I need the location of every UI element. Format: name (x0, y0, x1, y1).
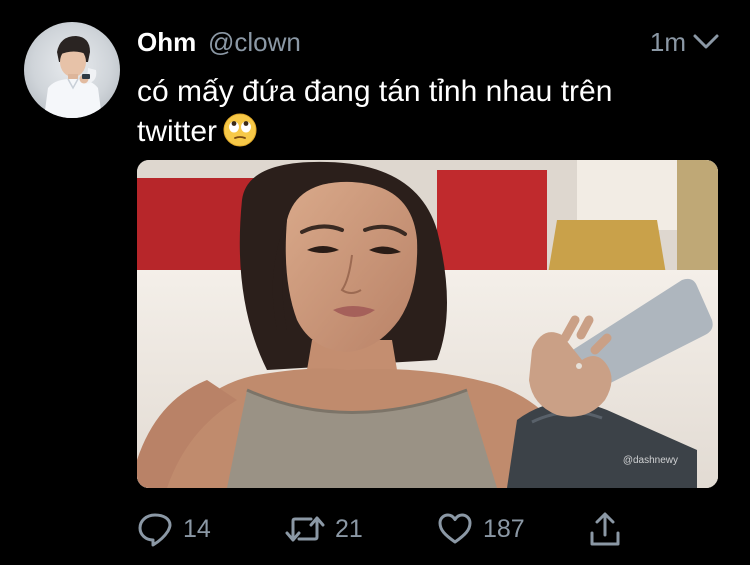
retweet-arrows-icon (285, 516, 325, 542)
media-watermark: @dashnewy (622, 455, 678, 466)
retweet-count: 21 (335, 514, 363, 543)
tweet-body: có mấy đứa đang tán tỉnh nhau trên twitt… (137, 72, 697, 152)
tweet: Ohm @clown 1m có mấy đứa đang tán tỉnh n… (0, 0, 750, 565)
like-count: 187 (483, 514, 525, 543)
tweet-text: có mấy đứa đang tán tỉnh nhau trên twitt… (137, 75, 613, 148)
retweet-button[interactable]: 21 (285, 508, 363, 550)
tweet-actions: 14 21 187 (137, 508, 627, 550)
avatar-image (44, 36, 102, 118)
like-button[interactable]: 187 (437, 508, 525, 550)
author-handle[interactable]: @clown (208, 27, 301, 58)
chevron-down-icon[interactable] (692, 33, 720, 51)
face-with-rolling-eyes-icon (223, 113, 257, 147)
share-button[interactable] (589, 508, 621, 550)
reply-count: 14 (183, 514, 211, 543)
speech-bubble-icon (138, 513, 172, 547)
media-photo (137, 160, 718, 488)
avatar[interactable] (24, 22, 120, 118)
author-display-name[interactable]: Ohm (137, 27, 196, 58)
tweet-media-image[interactable]: @dashnewy (137, 160, 718, 488)
tweet-timestamp[interactable]: 1m (650, 27, 686, 58)
tweet-header: Ohm @clown 1m (137, 24, 720, 60)
share-upload-icon (590, 512, 620, 546)
reply-button[interactable]: 14 (137, 508, 211, 550)
heart-icon (438, 513, 472, 544)
